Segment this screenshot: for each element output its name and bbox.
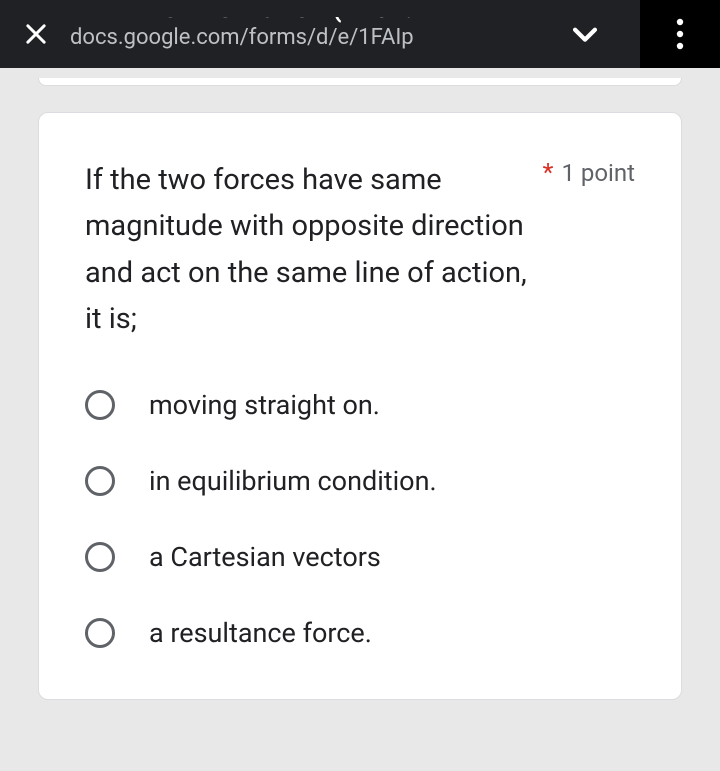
- close-icon: [22, 20, 50, 48]
- expand-button[interactable]: [566, 15, 604, 53]
- points-label: 1 point: [561, 159, 635, 187]
- option-label: a resultance force.: [149, 617, 372, 649]
- header-text: PRE-TEST FOR UPS 1(EB02: docs.google.com…: [70, 17, 566, 52]
- radio-icon: [85, 618, 115, 648]
- close-button[interactable]: [20, 18, 52, 50]
- option-label: a Cartesian vectors: [149, 541, 381, 573]
- option-4[interactable]: a resultance force.: [85, 617, 635, 649]
- radio-icon: [85, 390, 115, 420]
- radio-icon: [85, 466, 115, 496]
- header-actions: [566, 0, 700, 68]
- options-list: moving straight on. in equilibrium condi…: [85, 389, 635, 649]
- option-2[interactable]: in equilibrium condition.: [85, 465, 635, 497]
- previous-card-edge: [38, 78, 682, 86]
- option-1[interactable]: moving straight on.: [85, 389, 635, 421]
- option-label: in equilibrium condition.: [149, 465, 437, 497]
- option-label: moving straight on.: [149, 389, 380, 421]
- page-url: docs.google.com/forms/d/e/1FAIp: [70, 25, 566, 51]
- content-area: If the two forces have same magnitude wi…: [0, 68, 720, 700]
- question-card: If the two forces have same magnitude wi…: [38, 112, 682, 700]
- more-vertical-icon: [676, 18, 684, 50]
- chevron-down-icon: [568, 17, 602, 51]
- header-bar: PRE-TEST FOR UPS 1(EB02: docs.google.com…: [0, 0, 720, 68]
- menu-button[interactable]: [640, 0, 720, 68]
- required-mark: *: [543, 159, 554, 188]
- option-3[interactable]: a Cartesian vectors: [85, 541, 635, 573]
- question-text: If the two forces have same magnitude wi…: [85, 157, 543, 343]
- page-title: PRE-TEST FOR UPS 1(EB02:: [70, 17, 566, 24]
- question-row: If the two forces have same magnitude wi…: [85, 157, 635, 343]
- radio-icon: [85, 542, 115, 572]
